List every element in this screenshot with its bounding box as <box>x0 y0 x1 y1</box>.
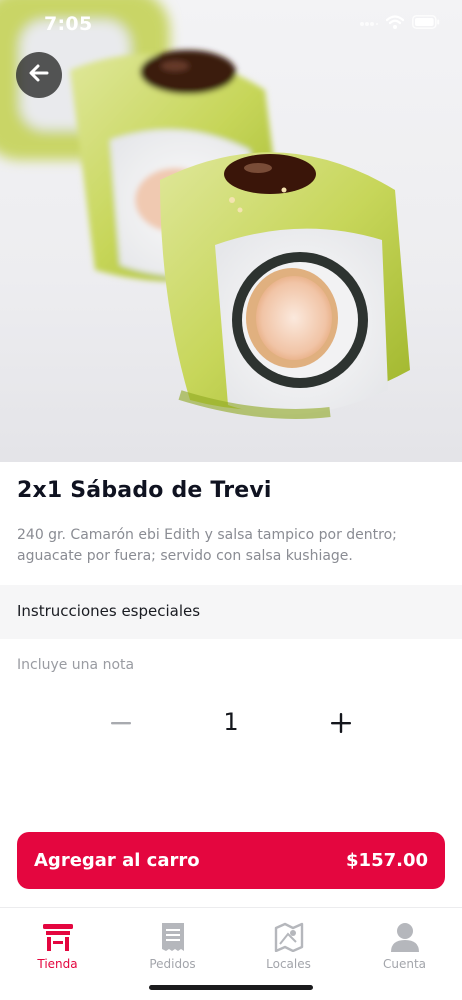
home-indicator <box>149 985 313 990</box>
quantity-value: 1 <box>223 708 239 736</box>
note-input[interactable] <box>17 652 445 678</box>
special-instructions-label: Instrucciones especiales <box>17 602 201 620</box>
minus-icon <box>110 712 132 738</box>
status-icons <box>360 14 440 33</box>
add-to-cart-label: Agregar al carro <box>34 850 200 871</box>
tab-pedidos[interactable]: Pedidos <box>115 918 230 978</box>
product-image <box>0 0 462 462</box>
cellular-signal-icon <box>360 14 378 33</box>
add-to-cart-button[interactable]: Agregar al carro $157.00 <box>17 832 445 889</box>
tab-label-pedidos: Pedidos <box>149 957 196 971</box>
tab-tienda[interactable]: Tienda <box>0 918 115 978</box>
tab-cuenta[interactable]: Cuenta <box>347 918 462 978</box>
receipt-icon <box>161 918 185 952</box>
status-time: 7:05 <box>44 13 93 35</box>
tab-label-cuenta: Cuenta <box>382 957 427 971</box>
decrease-quantity-button[interactable] <box>100 704 142 746</box>
product-description: 240 gr. Camarón ebi Edith y salsa tampic… <box>17 527 397 564</box>
status-bar: 7:05 <box>0 0 462 50</box>
map-icon <box>274 918 304 952</box>
battery-icon <box>412 14 440 33</box>
increase-quantity-button[interactable] <box>320 704 362 746</box>
tab-label-tienda: Tienda <box>37 957 78 971</box>
special-instructions-header: Instrucciones especiales <box>0 585 462 639</box>
plus-icon <box>330 712 352 738</box>
store-icon <box>42 918 74 952</box>
wifi-icon <box>385 14 405 33</box>
tab-label-locales: Locales <box>266 957 311 971</box>
product-title: 2x1 Sábado de Trevi <box>17 478 272 503</box>
tab-locales[interactable]: Locales <box>231 918 346 978</box>
back-button[interactable] <box>16 52 62 98</box>
user-icon <box>390 918 420 952</box>
cart-price: $157.00 <box>346 850 428 871</box>
arrow-left-icon <box>27 61 51 89</box>
